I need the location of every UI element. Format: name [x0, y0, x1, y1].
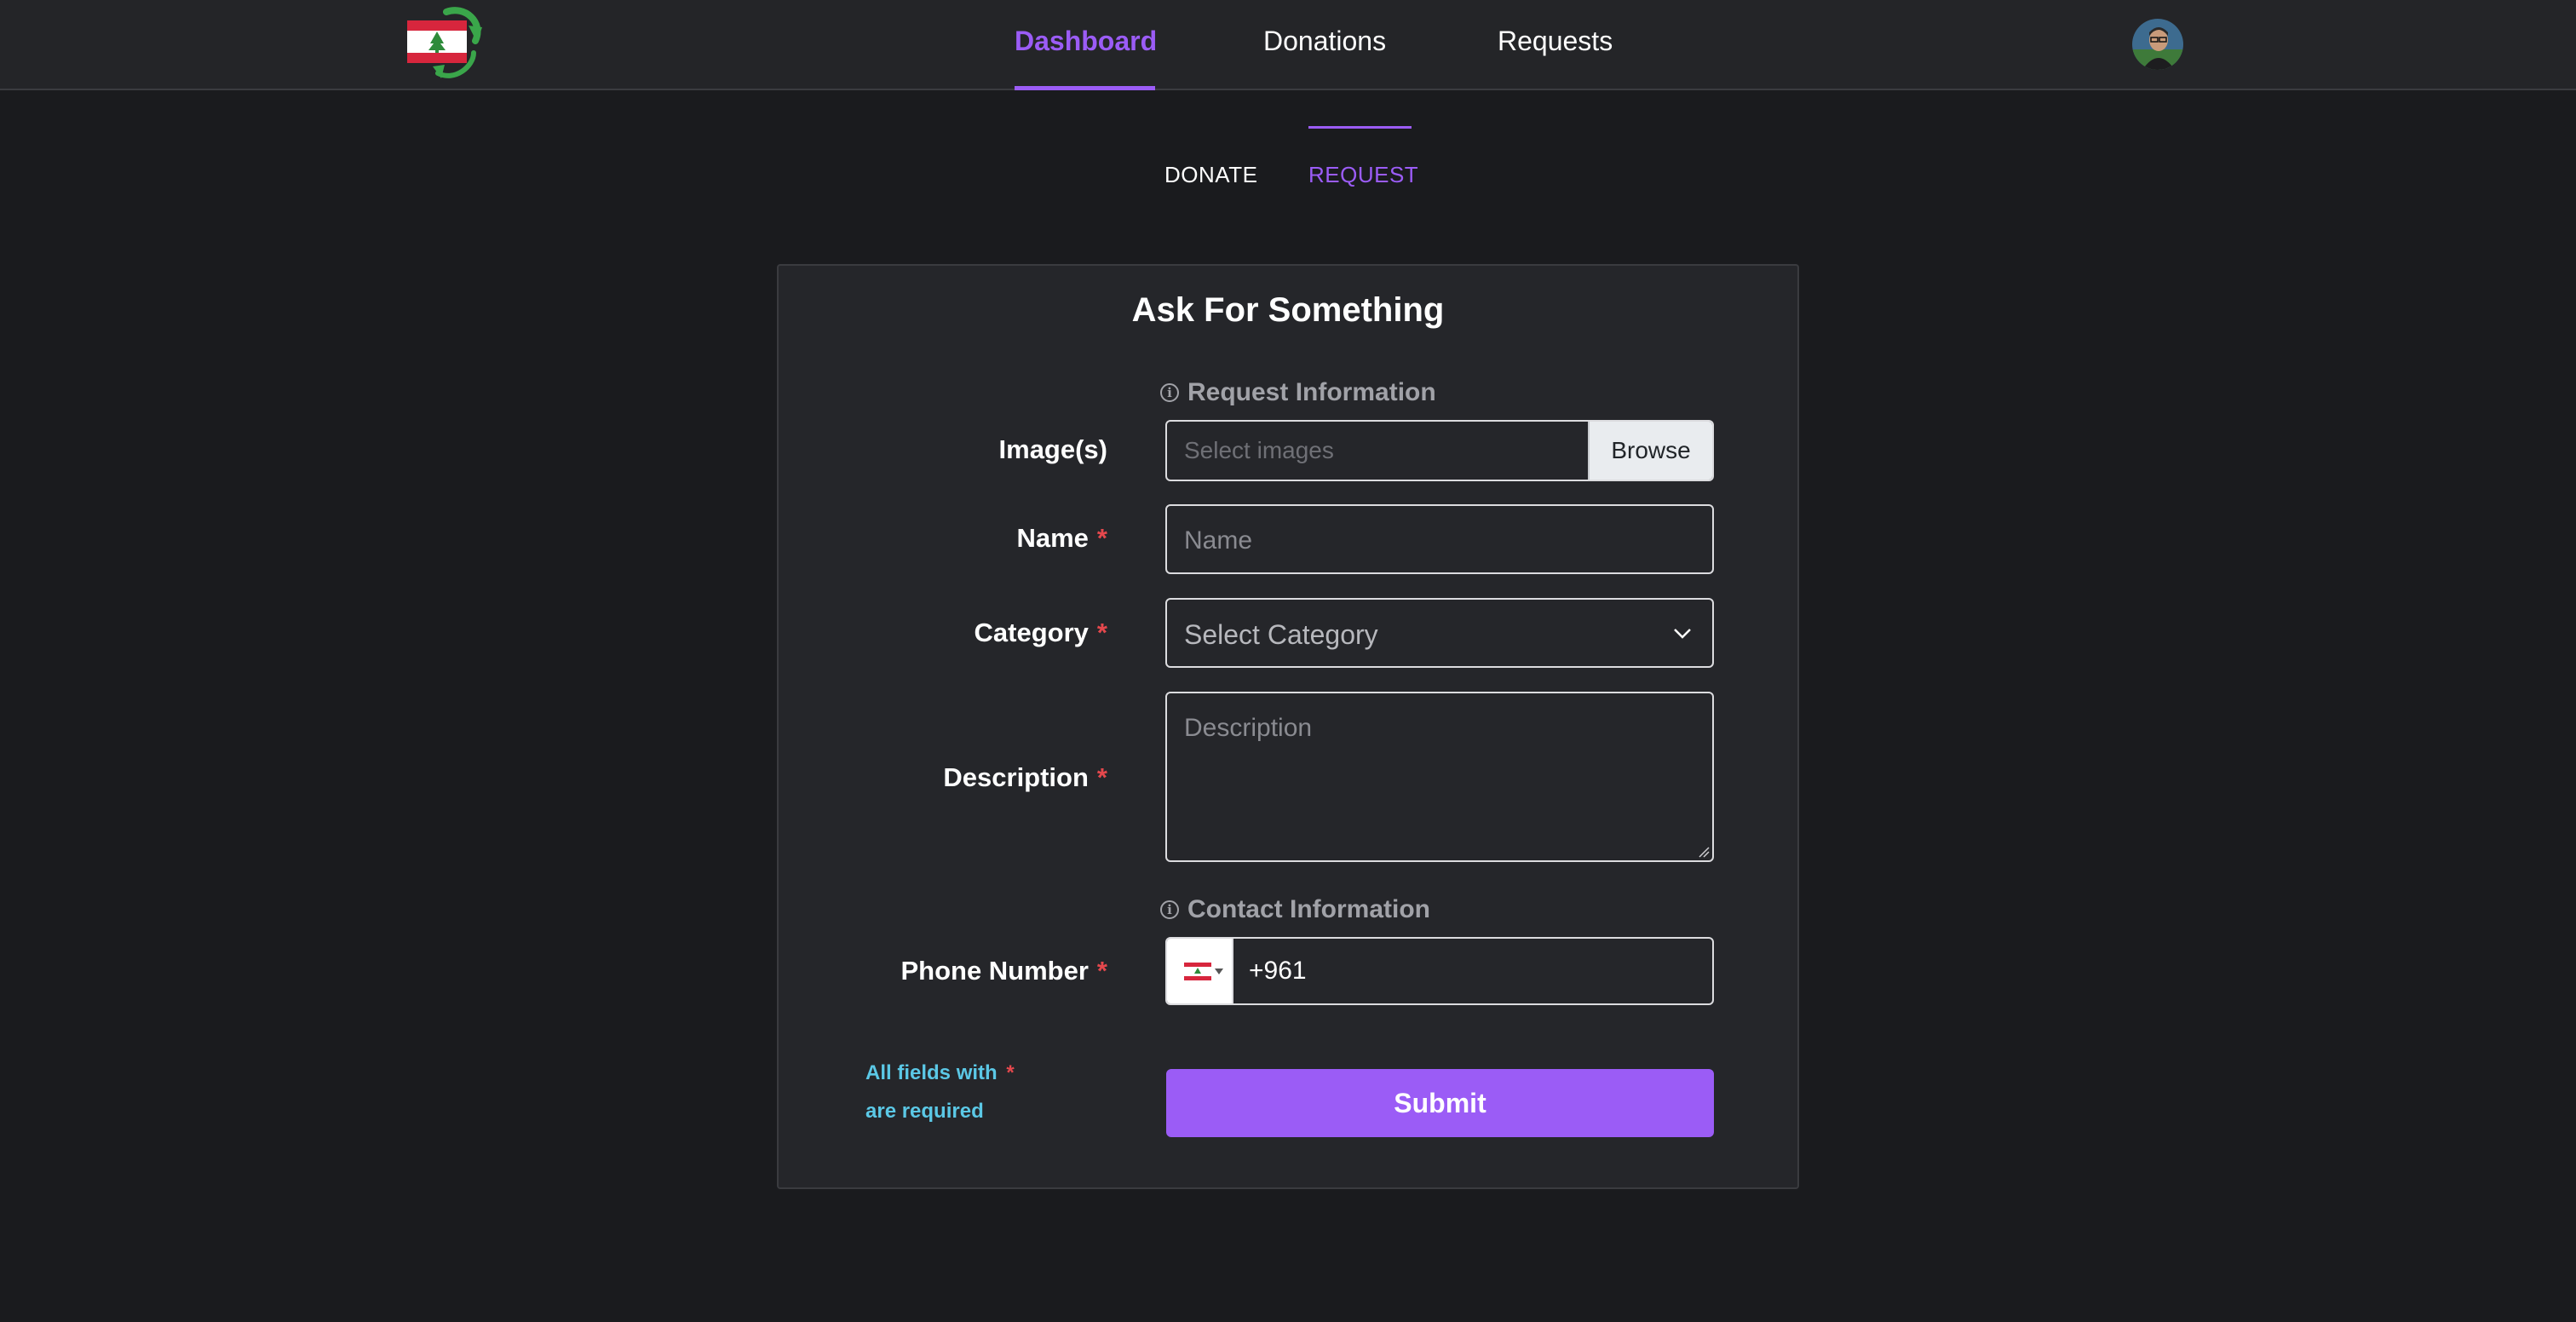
required-asterisk: *	[1096, 618, 1107, 647]
required-note-text-2: are required	[865, 1100, 984, 1123]
images-file-input[interactable]: Select images Browse	[1165, 420, 1714, 481]
required-note-text: All fields with	[865, 1061, 998, 1084]
phone-label-text: Phone Number	[900, 956, 1089, 986]
required-asterisk: *	[1096, 956, 1107, 986]
name-label-text: Name	[1016, 523, 1089, 553]
required-asterisk: *	[1006, 1061, 1015, 1084]
contact-information-heading: i Contact Information	[1160, 895, 1430, 924]
images-label: Image(s)	[999, 434, 1107, 465]
phone-input[interactable]: +961	[1165, 937, 1714, 1005]
browse-button[interactable]: Browse	[1588, 422, 1712, 480]
name-label: Name *	[1016, 523, 1107, 554]
category-selected-value: Select Category	[1184, 619, 1378, 650]
category-label-text: Category	[974, 618, 1089, 647]
contact-information-label: Contact Information	[1187, 895, 1430, 923]
country-code-selector[interactable]	[1167, 939, 1233, 1003]
phone-value: +961	[1249, 957, 1307, 985]
images-label-text: Image(s)	[998, 434, 1107, 464]
request-information-label: Request Information	[1187, 378, 1436, 406]
app-logo[interactable]	[404, 7, 484, 78]
info-icon: i	[1160, 900, 1179, 919]
nav-donations[interactable]: Donations	[1263, 26, 1386, 90]
request-form-card: Ask For Something i Request Information …	[777, 264, 1799, 1189]
user-avatar[interactable]	[2132, 19, 2183, 70]
description-placeholder: Description	[1184, 714, 1313, 742]
name-input[interactable]: Name	[1165, 504, 1714, 574]
chevron-down-icon	[1674, 629, 1691, 639]
resize-handle-icon[interactable]	[1698, 846, 1710, 858]
required-asterisk: *	[1096, 762, 1107, 792]
description-textarea[interactable]: Description	[1165, 692, 1714, 862]
category-label: Category *	[975, 618, 1107, 648]
name-placeholder: Name	[1184, 526, 1253, 555]
caret-down-icon	[1215, 969, 1223, 974]
images-placeholder: Select images	[1184, 437, 1334, 463]
request-information-heading: i Request Information	[1160, 378, 1436, 407]
tab-request[interactable]: REQUEST	[1308, 126, 1418, 191]
form-title: Ask For Something	[1131, 291, 1445, 329]
required-asterisk: *	[1096, 523, 1107, 553]
tab-donate[interactable]: DONATE	[1164, 126, 1257, 191]
phone-label: Phone Number *	[900, 956, 1107, 986]
description-label-text: Description	[943, 762, 1089, 792]
description-label: Description *	[943, 762, 1107, 793]
top-navbar: Dashboard Donations Requests	[0, 0, 2576, 90]
required-fields-note: All fields with * are required	[865, 1054, 1053, 1130]
submit-button[interactable]: Submit	[1166, 1069, 1714, 1137]
lebanon-flag-icon	[1184, 963, 1211, 980]
category-select[interactable]: Select Category	[1165, 598, 1714, 668]
nav-dashboard[interactable]: Dashboard	[1015, 26, 1157, 90]
info-icon: i	[1160, 383, 1179, 402]
nav-requests[interactable]: Requests	[1498, 26, 1613, 90]
